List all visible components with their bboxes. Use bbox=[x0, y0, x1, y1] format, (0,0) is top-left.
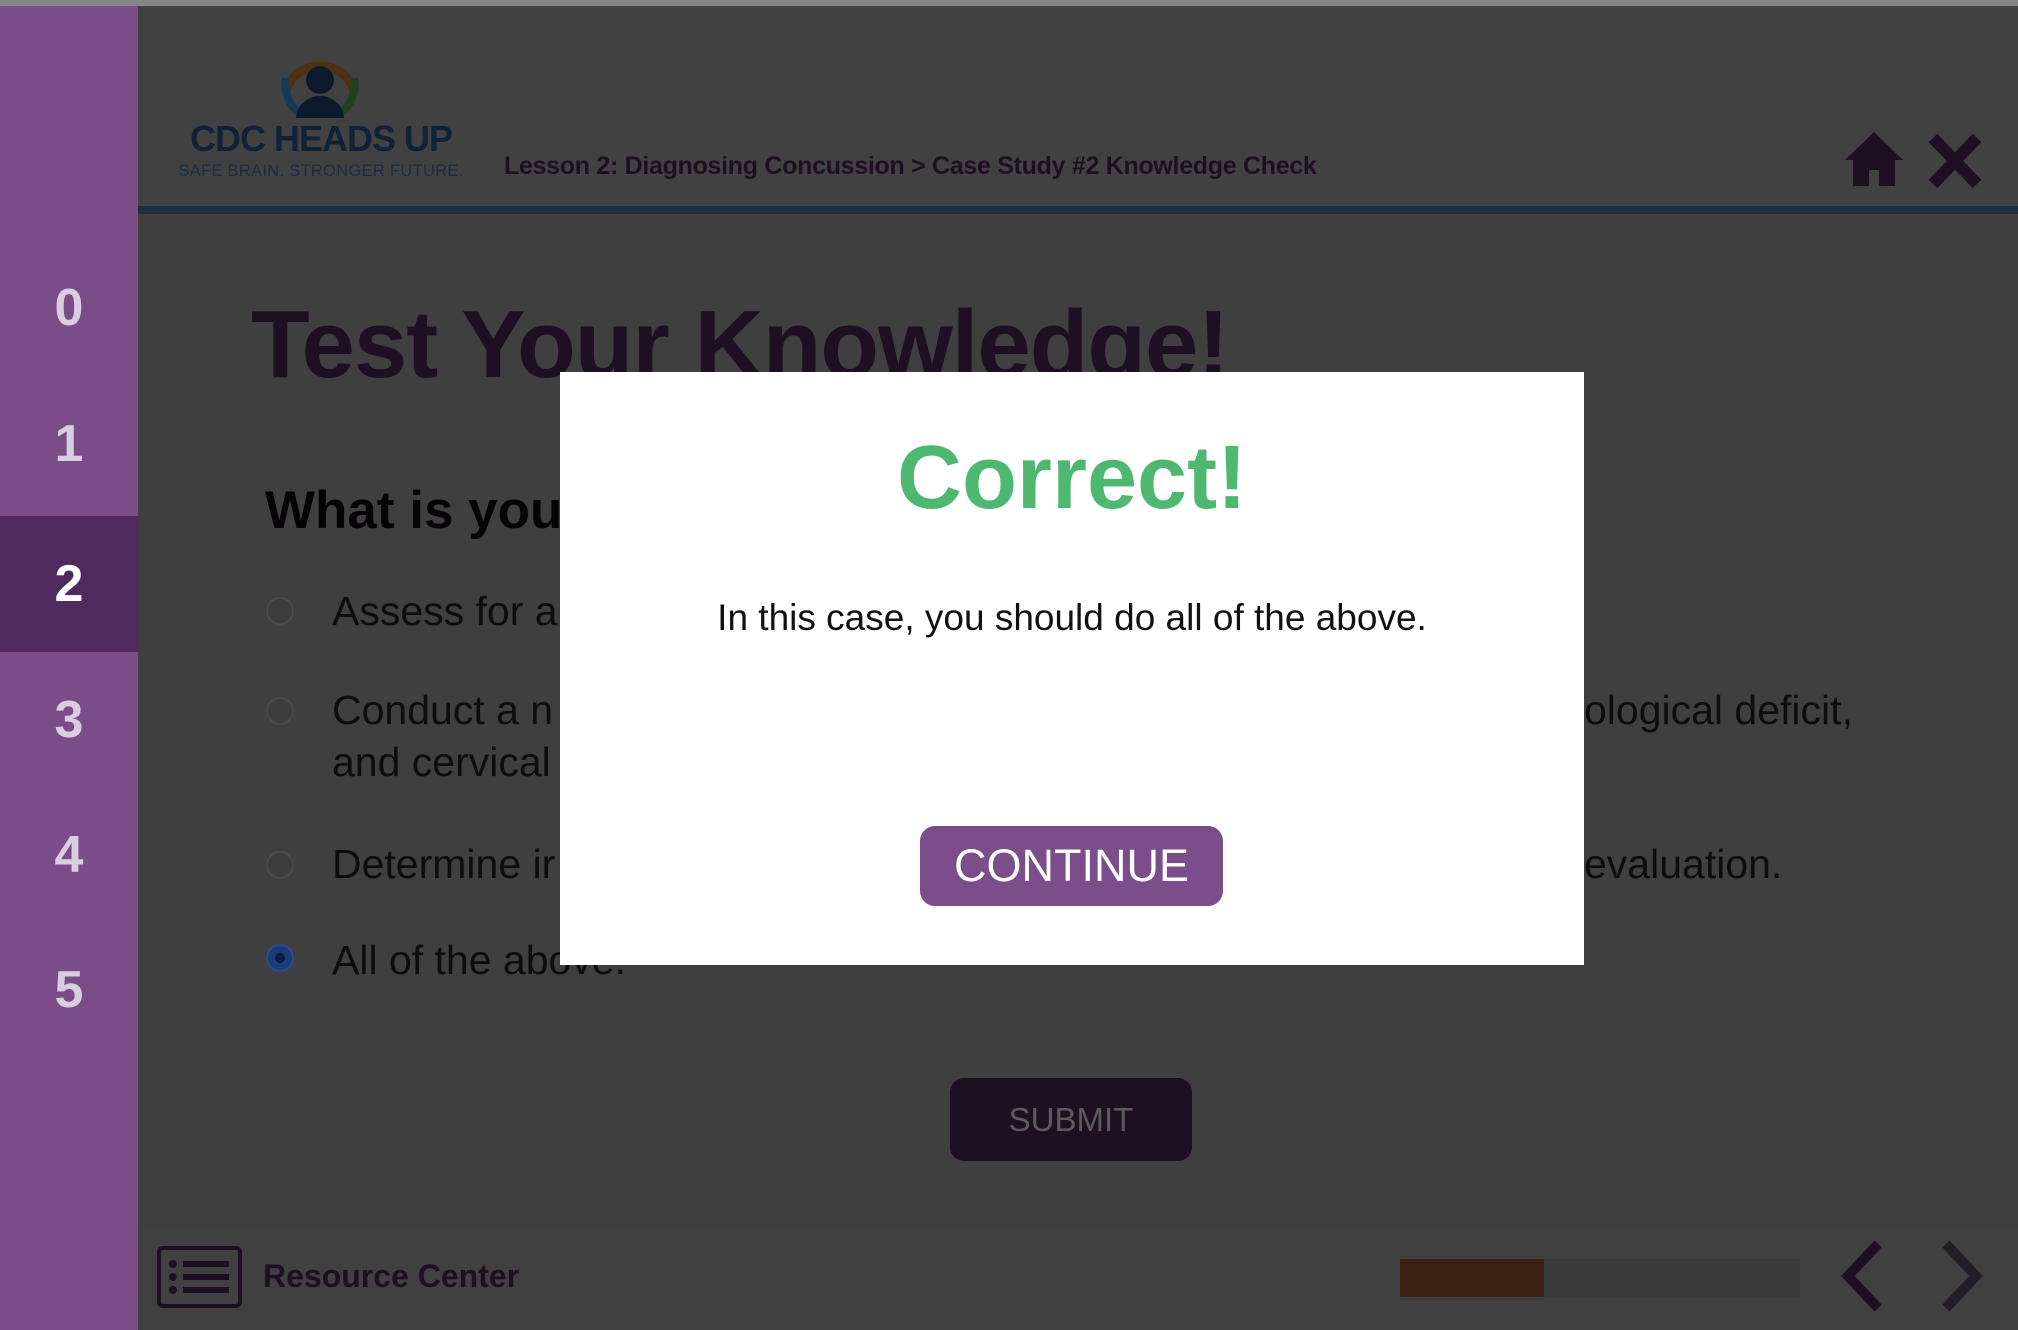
logo-title: CDC HEADS UP bbox=[189, 118, 453, 159]
close-icon[interactable] bbox=[1927, 134, 1983, 188]
sidebar-item-5[interactable]: 5 bbox=[0, 922, 138, 1058]
submit-button[interactable]: SUBMIT bbox=[950, 1078, 1192, 1161]
next-arrow-icon[interactable] bbox=[1936, 1240, 1986, 1312]
feedback-modal: Correct! In this case, you should do all… bbox=[560, 372, 1584, 965]
breadcrumb: Lesson 2: Diagnosing Concussion > Case S… bbox=[504, 152, 1317, 180]
lesson-sidebar: 0 1 2 3 4 5 bbox=[0, 6, 138, 1330]
logo-tagline: SAFE BRAIN. STRONGER FUTURE. bbox=[178, 162, 464, 180]
sidebar-item-3[interactable]: 3 bbox=[0, 652, 138, 788]
option-radio-2[interactable] bbox=[266, 697, 294, 725]
option-text-2-end[interactable]: ological deficit, bbox=[1584, 684, 1853, 736]
option-text-2[interactable]: Conduct a n bbox=[332, 684, 553, 736]
header-divider bbox=[138, 206, 2018, 214]
previous-arrow-icon[interactable] bbox=[1838, 1240, 1888, 1312]
sidebar-item-2[interactable]: 2 bbox=[0, 516, 138, 652]
option-text-2-line2[interactable]: and cervical bbox=[332, 736, 551, 788]
continue-button[interactable]: CONTINUE bbox=[920, 826, 1223, 906]
option-text-3-end[interactable]: evaluation. bbox=[1584, 838, 1782, 890]
option-radio-1[interactable] bbox=[266, 597, 294, 625]
sidebar-item-1[interactable]: 1 bbox=[0, 376, 138, 512]
progress-fill bbox=[1400, 1259, 1544, 1297]
logo-icon bbox=[281, 61, 359, 118]
option-text-1[interactable]: Assess for a bbox=[332, 585, 558, 637]
option-radio-3[interactable] bbox=[266, 851, 294, 879]
option-text-3[interactable]: Determine ir bbox=[332, 838, 555, 890]
option-radio-4[interactable] bbox=[266, 944, 294, 972]
resource-center-link[interactable]: Resource Center bbox=[263, 1258, 519, 1295]
sidebar-item-0[interactable]: 0 bbox=[0, 240, 138, 376]
question-text: What is you bbox=[265, 481, 563, 540]
sidebar-item-4[interactable]: 4 bbox=[0, 787, 138, 923]
modal-heading: Correct! bbox=[896, 428, 1248, 528]
progress-bar bbox=[1400, 1259, 1800, 1297]
resource-center-icon[interactable] bbox=[157, 1246, 242, 1308]
modal-message: In this case, you should do all of the a… bbox=[717, 597, 1427, 638]
home-icon[interactable] bbox=[1843, 130, 1905, 188]
